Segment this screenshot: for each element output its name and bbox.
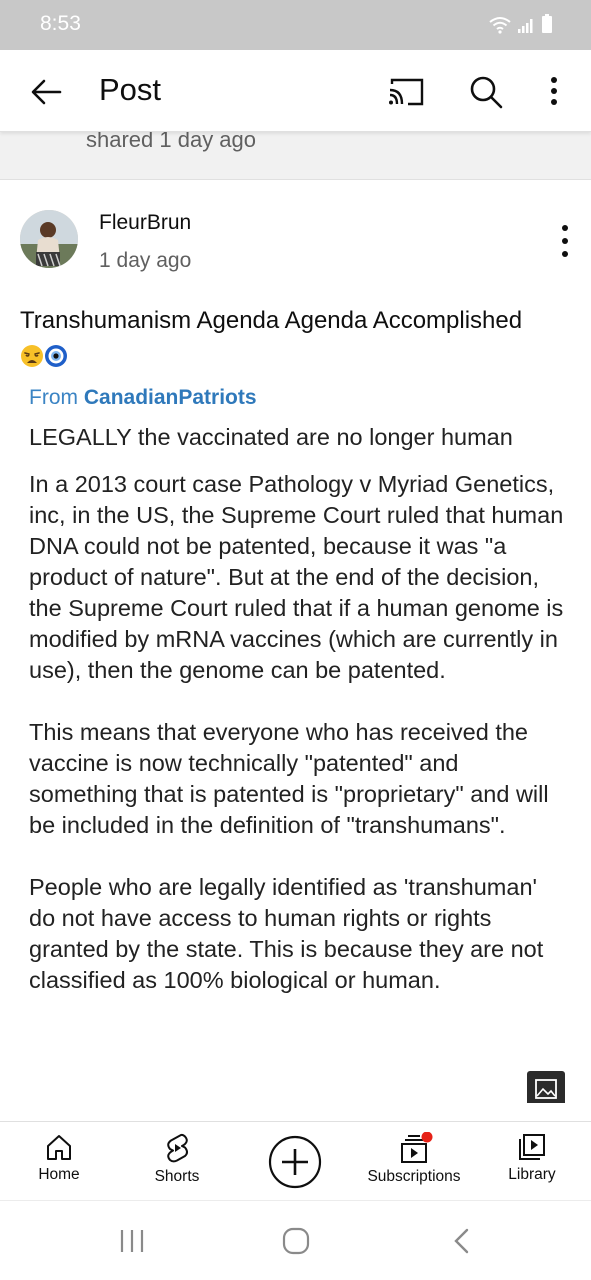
arrow-left-icon	[31, 79, 62, 105]
image-headline: LEGALLY the vaccinated are no longer hum…	[29, 424, 513, 450]
status-time: 8:53	[40, 12, 81, 35]
status-bar: 8:53	[0, 0, 591, 50]
post-text-content: Transhumanism Agenda Agenda Accomplished	[20, 307, 523, 334]
image-source-line: From CanadianPatriots	[29, 386, 257, 410]
nav-home[interactable]: Home	[29, 1122, 89, 1200]
image-body: LEGALLY the vaccinated are no longer hum…	[29, 422, 569, 1027]
avatar[interactable]	[20, 210, 78, 268]
more-options-button[interactable]	[538, 72, 570, 112]
image-icon	[535, 1079, 557, 1099]
home-icon	[47, 1135, 71, 1160]
recent-apps-button[interactable]	[118, 1227, 146, 1260]
image-source-prefix: From	[29, 386, 78, 409]
weary-face-emoji	[21, 344, 43, 367]
nav-create-button[interactable]	[267, 1134, 323, 1190]
nav-home-label: Home	[38, 1166, 80, 1183]
home-system-button[interactable]	[282, 1227, 310, 1260]
cast-icon	[389, 78, 424, 106]
post-time: 1 day ago	[99, 249, 192, 272]
signal-icon	[518, 19, 533, 33]
subscriptions-icon	[401, 1132, 433, 1163]
nav-library[interactable]: Library	[502, 1122, 562, 1200]
shorts-icon	[167, 1133, 188, 1163]
post-options-button[interactable]	[552, 222, 578, 260]
notification-dot	[421, 1132, 433, 1143]
status-icons	[489, 14, 553, 34]
image-paragraph: This means that everyone who has receive…	[29, 719, 549, 838]
cast-button[interactable]	[386, 74, 426, 110]
wifi-icon	[489, 17, 511, 34]
app-bar: Post	[0, 50, 591, 132]
chevron-left-icon	[454, 1228, 469, 1254]
system-nav-bar	[0, 1200, 591, 1280]
image-view-button[interactable]	[527, 1071, 565, 1103]
search-button[interactable]	[466, 72, 506, 112]
image-source-name: CanadianPatriots	[83, 386, 257, 409]
library-icon	[519, 1134, 545, 1160]
post-image[interactable]: From CanadianPatriots LEGALLY the vaccin…	[20, 378, 572, 1103]
nav-library-label: Library	[508, 1166, 556, 1183]
nav-subscriptions-label: Subscriptions	[367, 1168, 461, 1185]
page-title: Post	[99, 72, 162, 107]
battery-icon	[542, 14, 552, 33]
author-name[interactable]: FleurBrun	[99, 211, 191, 235]
search-icon	[470, 76, 503, 109]
recent-apps-icon	[120, 1230, 144, 1252]
nazar-amulet-emoji	[45, 344, 67, 367]
image-paragraph: In a 2013 court case Pathology v Myriad …	[29, 471, 564, 683]
back-system-button[interactable]	[449, 1227, 477, 1260]
avatar-image	[20, 210, 78, 268]
nav-shorts-label: Shorts	[154, 1168, 200, 1185]
image-paragraph: People who are legally identified as 'tr…	[29, 874, 544, 993]
more-vertical-icon	[551, 77, 557, 105]
create-plus-icon	[268, 1135, 322, 1189]
more-vertical-icon	[562, 225, 568, 257]
nav-shorts[interactable]: Shorts	[147, 1122, 207, 1200]
shared-strip: shared 1 day ago	[0, 127, 591, 180]
nav-subscriptions[interactable]: Subscriptions	[359, 1122, 469, 1200]
post-text: Transhumanism Agenda Agenda Accomplished	[20, 304, 540, 372]
home-circle-icon	[282, 1227, 310, 1255]
bottom-nav: Home Shorts Subscriptions Library	[0, 1121, 591, 1199]
back-button[interactable]	[26, 72, 66, 112]
